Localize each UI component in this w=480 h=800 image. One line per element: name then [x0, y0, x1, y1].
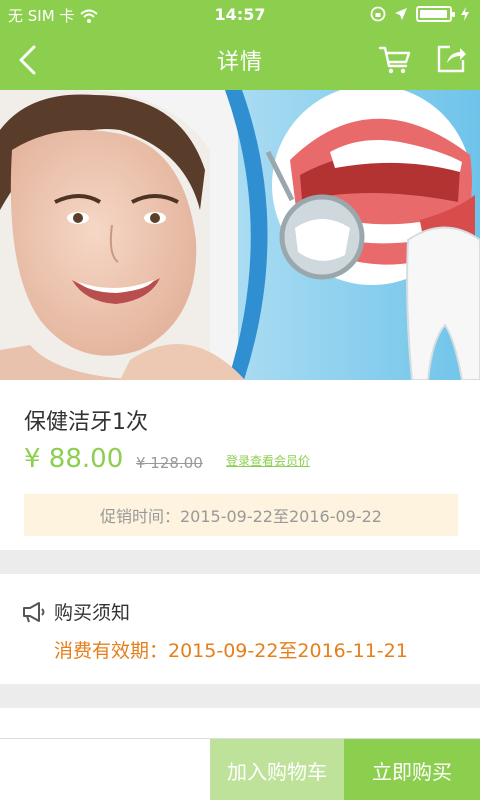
banner-illustration: [0, 90, 480, 380]
nav-bar: 详情: [0, 30, 480, 90]
promo-period-text: 促销时间：2015-09-22至2016-09-22: [100, 507, 382, 526]
megaphone-icon: [23, 601, 45, 622]
product-name: 保健洁牙1次: [24, 410, 148, 435]
cart-icon[interactable]: [378, 42, 412, 76]
member-price-link[interactable]: 登录查看会员价: [226, 452, 310, 469]
location-icon: [395, 8, 407, 20]
purchase-notice-title: 购买须知: [54, 602, 131, 624]
original-price: ¥ 128.00: [136, 454, 203, 472]
purchase-notice-header: 购买须知: [22, 598, 130, 625]
battery-fill: [420, 10, 447, 18]
purchase-notice-section: 购买须知 消费有效期：2015-09-22至2016-11-21: [0, 574, 480, 684]
buy-now-button[interactable]: 立即购买: [344, 739, 480, 800]
battery-icon: [416, 6, 455, 22]
top-bar: 无 SIM 卡 14:57 详情: [0, 0, 480, 90]
product-banner-image: [0, 90, 480, 380]
status-bar: 无 SIM 卡 14:57: [0, 0, 480, 30]
validity-period: 消费有效期：2015-09-22至2016-11-21: [54, 640, 408, 662]
status-right: [370, 6, 470, 22]
charging-icon: [461, 7, 469, 21]
promo-period-banner: 促销时间：2015-09-22至2016-09-22: [24, 494, 458, 536]
product-price: ¥ 88.00: [24, 444, 124, 474]
add-to-cart-button[interactable]: 加入购物车: [210, 739, 344, 800]
bottom-action-bar: 加入购物车 立即购买: [0, 738, 480, 800]
rotation-lock-icon: [370, 6, 386, 22]
product-info-section: 保健洁牙1次 ¥ 88.00 ¥ 128.00 登录查看会员价 促销时间：201…: [0, 380, 480, 550]
share-icon[interactable]: [434, 42, 468, 76]
